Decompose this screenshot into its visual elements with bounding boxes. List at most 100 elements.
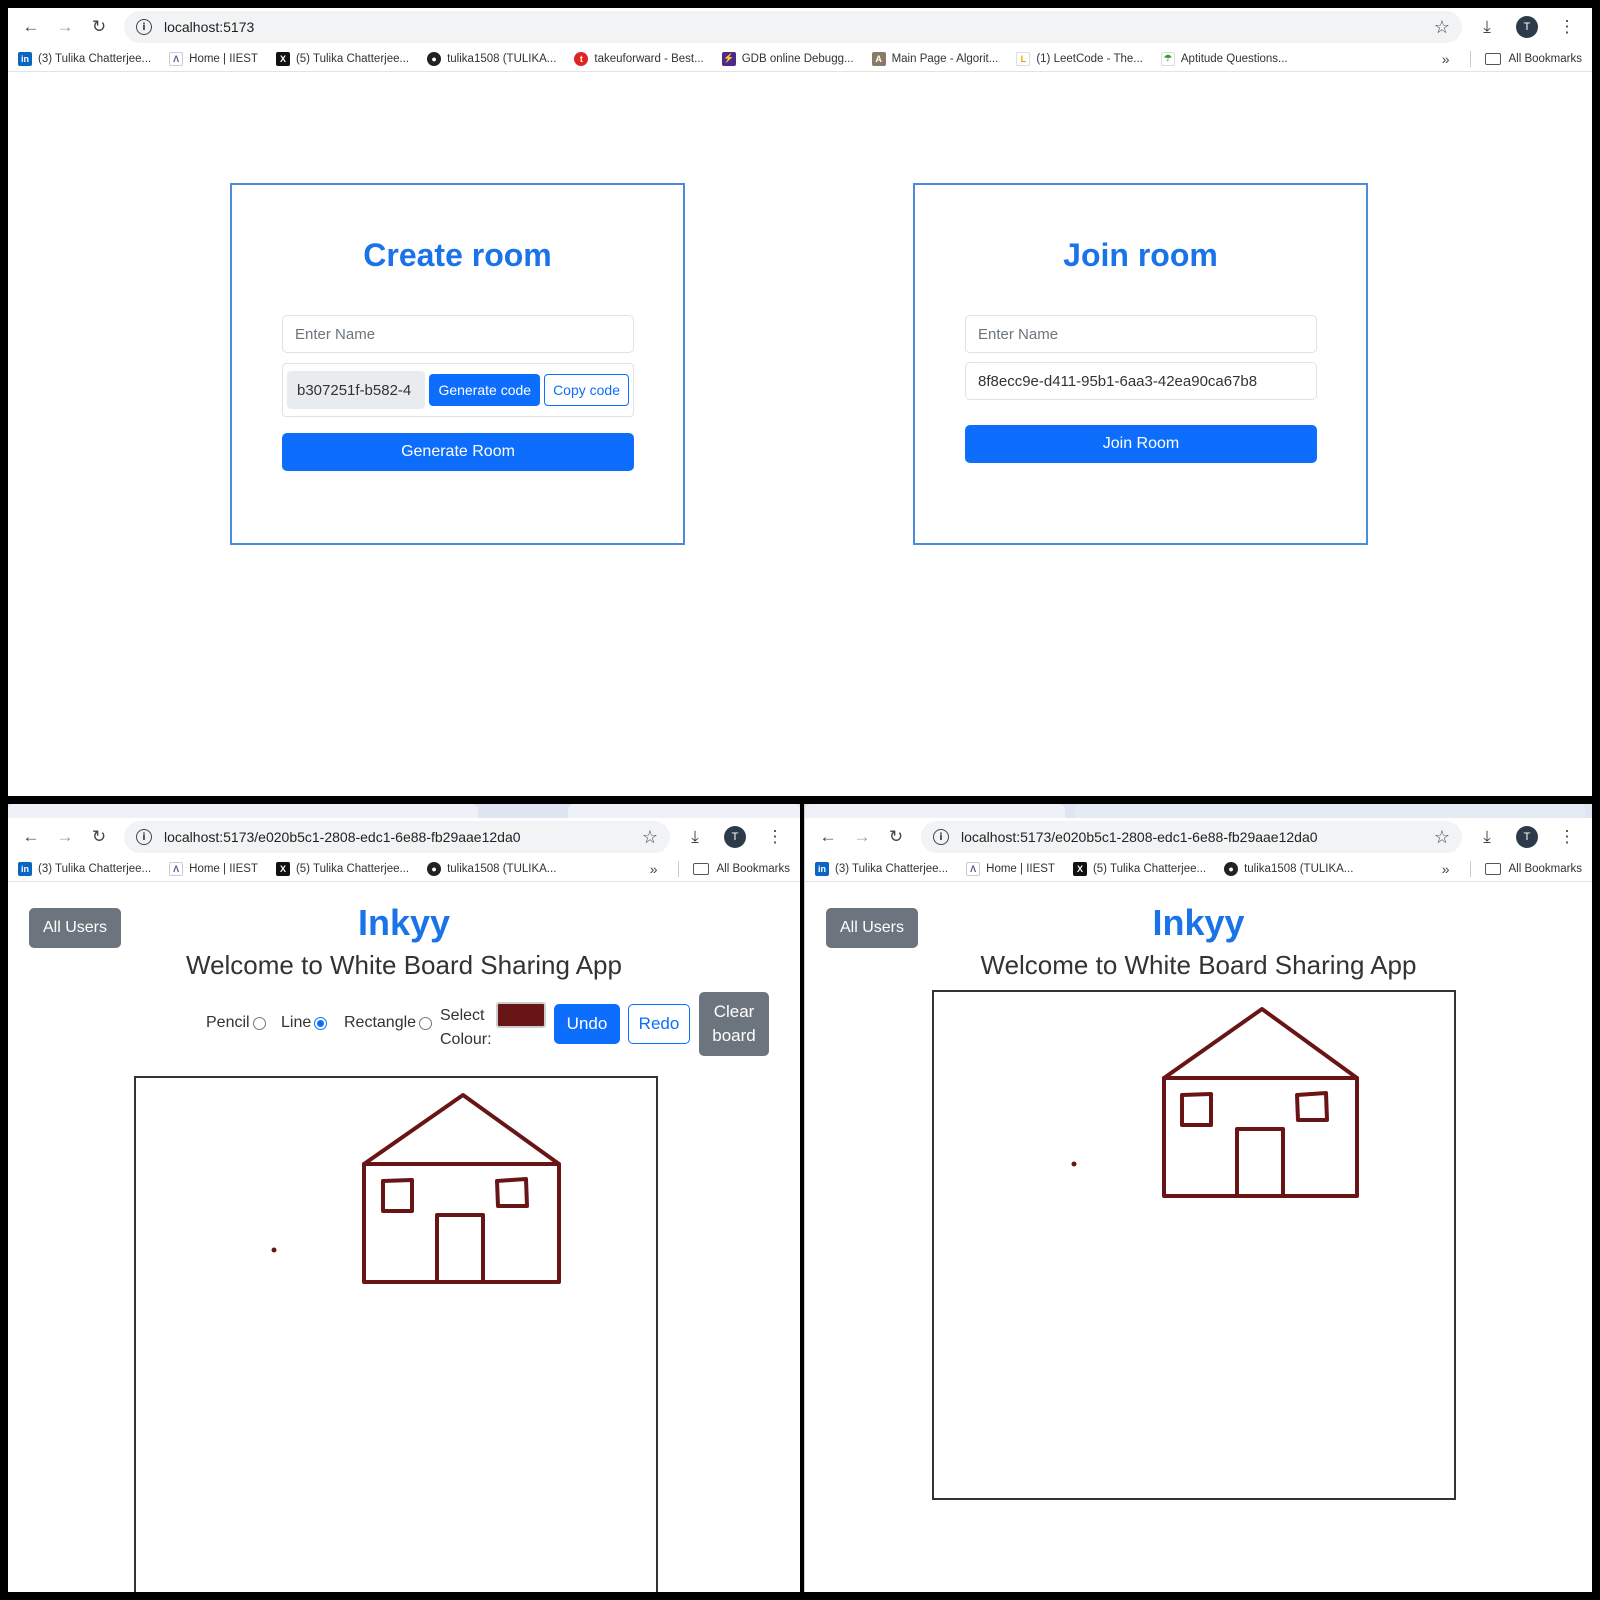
- bookmark-item[interactable]: Λ Home | IIEST: [169, 51, 258, 66]
- colour-picker[interactable]: [496, 1002, 546, 1028]
- bookmarks-bar: in (3) Tulika Chatterjee... Λ Home | IIEST…: [8, 856, 800, 882]
- github-icon: ●: [427, 861, 442, 876]
- profile-avatar[interactable]: T: [1512, 12, 1542, 42]
- tab[interactable]: [8, 804, 478, 818]
- pencil-radio[interactable]: [252, 1016, 266, 1030]
- bookmark-item[interactable]: A Main Page - Algorit...: [871, 51, 998, 66]
- site-info-icon[interactable]: i: [933, 829, 949, 845]
- bookmark-label: (5) Tulika Chatterjee...: [295, 52, 410, 65]
- join-room-card: Join room Enter Name 8f8ecc9e-d411-95b1-…: [913, 183, 1368, 545]
- download-icon[interactable]: ⤓: [1472, 12, 1502, 42]
- tab-strip: [8, 804, 800, 818]
- site-info-icon[interactable]: i: [136, 19, 152, 35]
- github-icon: ●: [1224, 861, 1239, 876]
- url-text[interactable]: localhost:5173/e020b5c1-2808-edc1-6e88-f…: [164, 829, 642, 845]
- forward-icon[interactable]: →: [52, 824, 78, 850]
- undo-button[interactable]: Undo: [554, 1004, 620, 1044]
- bookmark-item[interactable]: X (5) Tulika Chatterjee...: [1072, 861, 1206, 876]
- download-icon[interactable]: ⤓: [1472, 822, 1502, 852]
- join-room-button[interactable]: Join Room: [965, 425, 1317, 463]
- divider: [1469, 860, 1471, 877]
- bookmark-item[interactable]: Λ Home | IIEST: [966, 861, 1055, 876]
- url-text[interactable]: localhost:5173: [164, 19, 1434, 35]
- bookmark-item[interactable]: ● tulika1508 (TULIKA...: [427, 51, 556, 66]
- bookmark-item[interactable]: in (3) Tulika Chatterjee...: [18, 861, 151, 876]
- tab[interactable]: [805, 804, 1065, 818]
- download-icon[interactable]: ⤓: [680, 822, 710, 852]
- bookmark-item[interactable]: t takeuforward - Best...: [574, 51, 704, 66]
- bookmarks-bar: in (3) Tulika Chatterjee... Λ Home | IIEST…: [805, 856, 1592, 882]
- clear-board-button[interactable]: Clear board: [699, 992, 769, 1056]
- reload-icon[interactable]: ↻: [883, 824, 909, 850]
- back-icon[interactable]: ←: [18, 14, 44, 40]
- reload-icon[interactable]: ↻: [86, 824, 112, 850]
- bookmark-item[interactable]: X (5) Tulika Chatterjee...: [275, 51, 410, 66]
- redo-button[interactable]: Redo: [628, 1004, 690, 1044]
- rectangle-tool[interactable]: Rectangle: [344, 1014, 433, 1032]
- tab[interactable]: [568, 804, 800, 818]
- menu-icon[interactable]: ⋮: [760, 822, 790, 852]
- x-icon: X: [1072, 861, 1087, 876]
- all-bookmarks-link[interactable]: All Bookmarks: [1509, 53, 1583, 65]
- all-bookmarks-link[interactable]: All Bookmarks: [1509, 863, 1583, 875]
- linkedin-icon: in: [18, 861, 32, 876]
- profile-avatar[interactable]: T: [720, 822, 750, 852]
- room-code-input[interactable]: 8f8ecc9e-d411-95b1-6aa3-42ea90ca67b8: [965, 362, 1317, 400]
- more-bookmarks-icon[interactable]: »: [1442, 861, 1450, 877]
- folder-icon: [1484, 52, 1501, 65]
- rectangle-radio[interactable]: [419, 1016, 433, 1030]
- line-label: Line: [281, 1014, 312, 1031]
- bookmark-item[interactable]: Λ Home | IIEST: [169, 861, 258, 876]
- bookmark-item[interactable]: ☂ Aptitude Questions...: [1160, 51, 1288, 66]
- generate-room-button[interactable]: Generate Room: [282, 433, 634, 471]
- more-bookmarks-icon[interactable]: »: [650, 861, 658, 877]
- bookmark-label: Home | IIEST: [986, 862, 1055, 875]
- bookmark-item[interactable]: in (3) Tulika Chatterjee...: [815, 861, 949, 876]
- bookmark-star-icon[interactable]: ☆: [1434, 827, 1450, 848]
- bookmark-star-icon[interactable]: ☆: [1434, 17, 1450, 38]
- x-icon: X: [275, 861, 290, 876]
- tab[interactable]: [1075, 804, 1585, 818]
- line-radio[interactable]: [314, 1016, 328, 1030]
- profile-avatar[interactable]: T: [1512, 822, 1542, 852]
- address-bar-row: ← → ↻ i localhost:5173/e020b5c1-2808-edc…: [805, 818, 1592, 856]
- bookmark-item[interactable]: ● tulika1508 (TULIKA...: [427, 861, 556, 876]
- welcome-text: Welcome to White Board Sharing App: [186, 950, 622, 980]
- omnibox[interactable]: i localhost:5173/e020b5c1-2808-edc1-6e88…: [124, 821, 670, 853]
- bookmark-item[interactable]: in (3) Tulika Chatterjee...: [18, 51, 151, 66]
- forward-icon[interactable]: →: [52, 14, 78, 40]
- menu-icon[interactable]: ⋮: [1552, 12, 1582, 42]
- generate-code-button[interactable]: Generate code: [429, 374, 541, 406]
- create-name-input[interactable]: Enter Name: [282, 315, 634, 353]
- drawing-toolbar: Pencil Line Rectangle Select Colour: Undo…: [8, 992, 800, 1056]
- bookmark-label: (3) Tulika Chatterjee...: [835, 862, 949, 875]
- line-tool[interactable]: Line: [281, 1014, 328, 1032]
- menu-icon[interactable]: ⋮: [1552, 822, 1582, 852]
- reload-icon[interactable]: ↻: [86, 14, 112, 40]
- pencil-tool[interactable]: Pencil: [206, 1014, 266, 1032]
- iiest-icon: Λ: [169, 861, 184, 876]
- omnibox[interactable]: i localhost:5173/e020b5c1-2808-edc1-6e88…: [921, 821, 1462, 853]
- bookmark-item[interactable]: X (5) Tulika Chatterjee...: [275, 861, 409, 876]
- bookmark-star-icon[interactable]: ☆: [642, 827, 658, 848]
- indiabix-icon: ☂: [1160, 51, 1175, 66]
- all-bookmarks-link[interactable]: All Bookmarks: [717, 863, 791, 875]
- bookmark-item[interactable]: ⚡ GDB online Debugg...: [721, 51, 854, 66]
- more-bookmarks-icon[interactable]: »: [1442, 51, 1450, 67]
- drawing-canvas[interactable]: [134, 1076, 658, 1592]
- room-code-field[interactable]: b307251f-b582-4: [287, 371, 426, 409]
- door: [435, 1213, 485, 1284]
- join-name-input[interactable]: Enter Name: [965, 315, 1317, 353]
- back-icon[interactable]: ←: [18, 824, 44, 850]
- copy-code-button[interactable]: Copy code: [544, 374, 629, 406]
- drawing-svg: [1071, 1007, 1359, 1198]
- rectangle-label: Rectangle: [344, 1014, 417, 1031]
- omnibox[interactable]: i localhost:5173 ☆: [124, 11, 1462, 43]
- bookmark-item[interactable]: L (1) LeetCode - The...: [1016, 51, 1143, 66]
- bookmark-item[interactable]: ● tulika1508 (TULIKA...: [1224, 861, 1353, 876]
- site-info-icon[interactable]: i: [136, 829, 152, 845]
- back-icon[interactable]: ←: [815, 824, 841, 850]
- forward-icon[interactable]: →: [849, 824, 875, 850]
- url-text[interactable]: localhost:5173/e020b5c1-2808-edc1-6e88-f…: [961, 829, 1434, 845]
- avatar: T: [1516, 826, 1538, 848]
